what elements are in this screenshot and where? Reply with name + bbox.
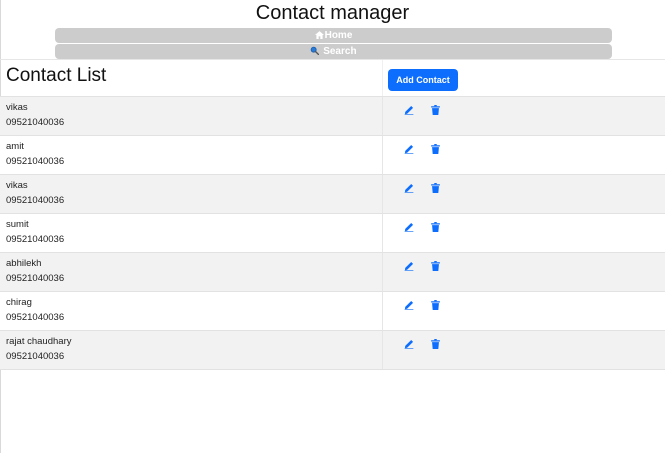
home-icon <box>314 30 325 41</box>
delete-contact-button[interactable] <box>431 261 443 273</box>
contact-row: abhilekh 09521040036 <box>0 253 665 292</box>
contact-phone: 09521040036 <box>6 117 65 128</box>
pencil-icon <box>404 339 416 349</box>
contact-name: abhilekh <box>6 258 42 269</box>
edit-contact-button[interactable] <box>404 105 416 117</box>
trash-icon <box>431 300 443 310</box>
pencil-icon <box>404 300 416 310</box>
pencil-icon <box>404 144 416 154</box>
contact-row: vikas 09521040036 <box>0 97 665 136</box>
edit-contact-button[interactable] <box>404 222 416 234</box>
contact-row: vikas 09521040036 <box>0 175 665 214</box>
edit-contact-button[interactable] <box>404 300 416 312</box>
search-button[interactable]: Search <box>55 44 612 59</box>
pencil-icon <box>404 105 416 115</box>
home-button-label: Home <box>324 30 353 41</box>
contact-phone: 09521040036 <box>6 351 65 362</box>
column-divider <box>382 292 383 330</box>
search-icon <box>310 46 320 57</box>
column-divider <box>382 136 383 174</box>
contact-list-title: Contact List <box>6 65 107 86</box>
column-divider <box>382 175 383 213</box>
contact-row: chirag 09521040036 <box>0 292 665 331</box>
pencil-icon <box>404 261 416 271</box>
delete-contact-button[interactable] <box>431 144 443 156</box>
app-title: Contact manager <box>255 2 410 24</box>
contact-phone: 09521040036 <box>6 234 65 245</box>
delete-contact-button[interactable] <box>431 183 443 195</box>
column-divider <box>382 214 383 252</box>
column-divider <box>382 253 383 291</box>
contact-row: rajat chaudhary 09521040036 <box>0 331 665 370</box>
column-divider <box>382 60 383 96</box>
contact-phone: 09521040036 <box>6 312 65 323</box>
trash-icon <box>431 183 443 193</box>
contact-name: vikas <box>6 102 28 113</box>
contact-phone: 09521040036 <box>6 195 65 206</box>
pencil-icon <box>404 222 416 232</box>
header-separator <box>0 59 665 60</box>
trash-icon <box>431 261 443 271</box>
trash-icon <box>431 144 443 154</box>
delete-contact-button[interactable] <box>431 300 443 312</box>
pencil-icon <box>404 183 416 193</box>
contact-row: amit 09521040036 <box>0 136 665 175</box>
contact-phone: 09521040036 <box>6 156 65 167</box>
trash-icon <box>431 339 443 349</box>
contact-phone: 09521040036 <box>6 273 65 284</box>
column-divider <box>382 331 383 369</box>
delete-contact-button[interactable] <box>431 105 443 117</box>
contact-name: amit <box>6 141 24 152</box>
contact-name: rajat chaudhary <box>6 336 72 347</box>
home-button[interactable]: Home <box>55 28 612 43</box>
contact-name: sumit <box>6 219 29 230</box>
add-contact-button[interactable]: Add Contact <box>388 69 458 91</box>
trash-icon <box>431 105 443 115</box>
contact-row: sumit 09521040036 <box>0 214 665 253</box>
contact-name: vikas <box>6 180 28 191</box>
delete-contact-button[interactable] <box>431 222 443 234</box>
edit-contact-button[interactable] <box>404 261 416 273</box>
edit-contact-button[interactable] <box>404 339 416 351</box>
contact-name: chirag <box>6 297 32 308</box>
column-divider <box>382 97 383 135</box>
delete-contact-button[interactable] <box>431 339 443 351</box>
edit-contact-button[interactable] <box>404 144 416 156</box>
contact-list: vikas 09521040036 amit 09521040036 vikas 0952… <box>0 96 665 370</box>
edit-contact-button[interactable] <box>404 183 416 195</box>
trash-icon <box>431 222 443 232</box>
search-button-label: Search <box>323 46 357 57</box>
